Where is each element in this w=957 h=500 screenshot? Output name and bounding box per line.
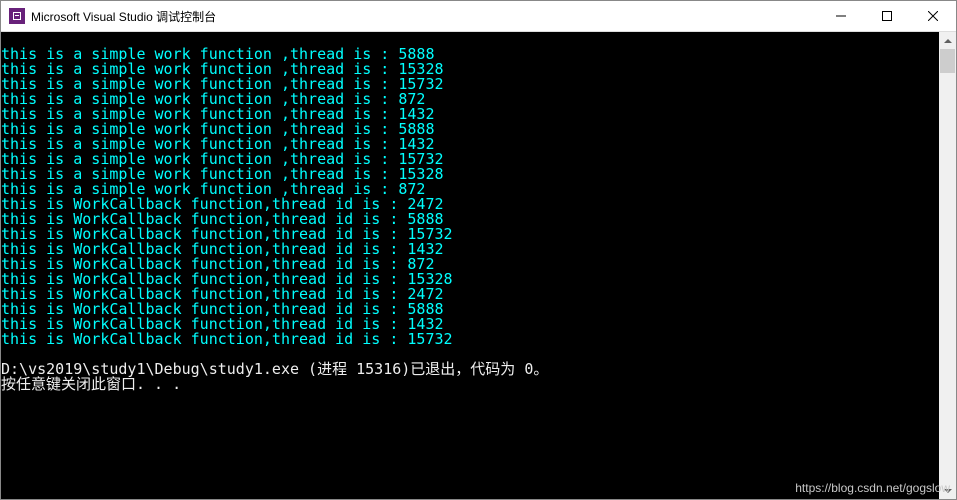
app-window: Microsoft Visual Studio 调试控制台 this is a … bbox=[0, 0, 957, 500]
titlebar[interactable]: Microsoft Visual Studio 调试控制台 bbox=[1, 1, 956, 32]
client-area: this is a simple work function ,thread i… bbox=[1, 32, 956, 499]
console-output: this is a simple work function ,thread i… bbox=[1, 47, 939, 484]
minimize-button[interactable] bbox=[818, 1, 864, 31]
maximize-button[interactable] bbox=[864, 1, 910, 31]
scroll-track[interactable] bbox=[939, 49, 956, 482]
close-button[interactable] bbox=[910, 1, 956, 31]
vertical-scrollbar[interactable] bbox=[939, 32, 956, 499]
scroll-up-button[interactable] bbox=[939, 32, 956, 49]
app-icon bbox=[9, 8, 25, 24]
scroll-down-button[interactable] bbox=[939, 482, 956, 499]
scroll-thumb[interactable] bbox=[940, 49, 955, 73]
window-title: Microsoft Visual Studio 调试控制台 bbox=[31, 8, 216, 25]
